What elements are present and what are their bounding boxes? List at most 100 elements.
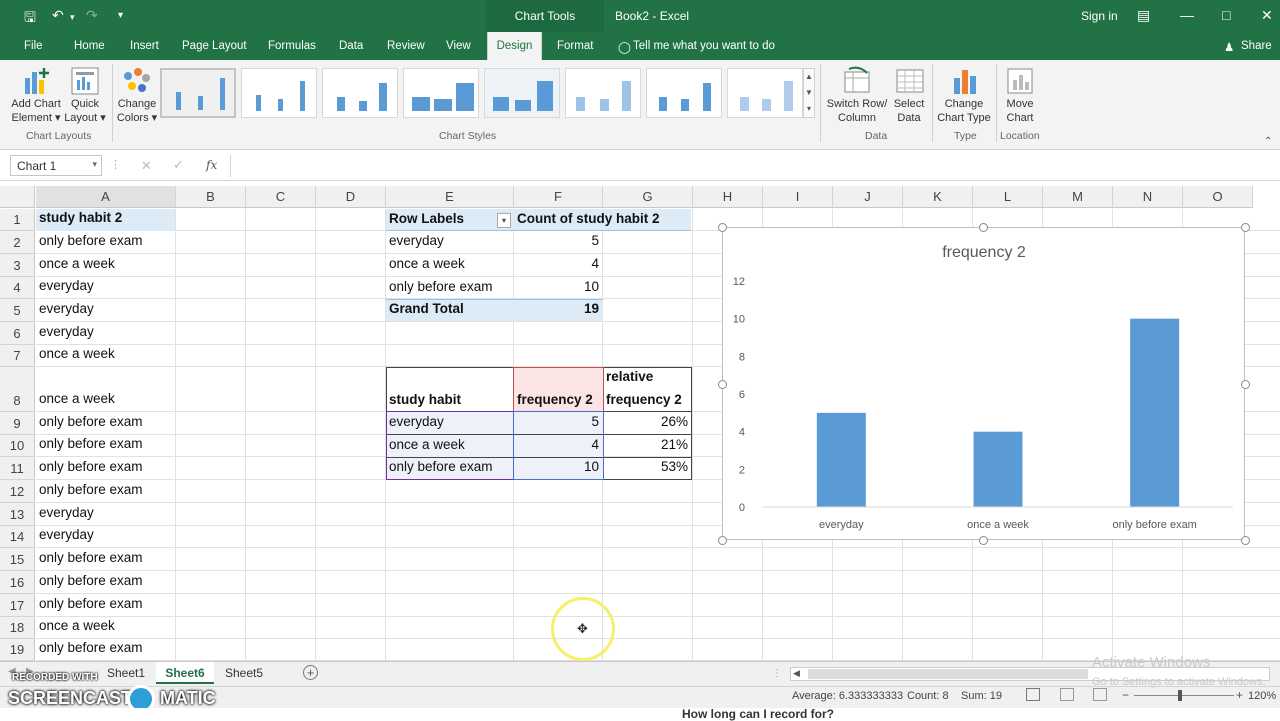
ribbon-display-icon[interactable]: ▤ [1137,7,1150,24]
column-header-o[interactable]: O [1183,186,1253,208]
freq-header-study-habit[interactable]: study habit [386,392,461,407]
redo-icon[interactable]: ↷ [86,7,98,24]
bar-only-before-exam[interactable] [1130,318,1180,507]
row-header-6[interactable]: 6 [0,322,35,345]
insert-function-icon[interactable]: fx [206,158,217,172]
change-chart-type-icon[interactable] [950,66,980,96]
normal-view-icon[interactable] [1026,688,1040,701]
freq-header-relative-1[interactable]: relative [603,369,653,384]
cell-a3[interactable]: once a week [36,256,176,271]
zoom-out-button[interactable]: − [1122,688,1129,702]
pivot-row-label[interactable]: only before exam [386,279,493,294]
sign-in-link[interactable]: Sign in [1081,9,1118,23]
chart-style-6[interactable] [565,68,641,118]
cell-a7[interactable]: once a week [36,346,176,361]
close-icon[interactable]: ✕ [1261,7,1273,24]
tab-insert[interactable]: Insert [130,40,159,52]
row-header-4[interactable]: 4 [0,277,35,299]
change-colors-icon[interactable] [120,66,152,96]
zoom-slider-thumb[interactable] [1178,690,1182,701]
cell-a11[interactable]: only before exam [36,459,176,474]
page-break-view-icon[interactable] [1093,688,1107,701]
quick-layout-button[interactable]: Quick Layout ▾ [62,97,108,125]
resize-handle[interactable] [718,223,727,232]
cell-a6[interactable]: everyday [36,324,176,339]
freq-row-frequency[interactable]: 4 [514,437,602,452]
pivot-grand-total-value[interactable]: 19 [514,301,602,316]
cell-a19[interactable]: only before exam [36,640,176,655]
zoom-in-button[interactable]: + [1236,688,1243,702]
chart-style-7[interactable] [646,68,722,118]
row-header-12[interactable]: 12 [0,480,35,503]
freq-header-frequency[interactable]: frequency 2 [514,392,593,407]
bar-once-a-week[interactable] [973,431,1023,507]
chart-style-5[interactable] [484,68,560,118]
share-icon[interactable]: ♟ [1224,40,1234,54]
chart-styles-scroll[interactable]: ▲ ▼ ▾ [803,68,815,118]
select-data-icon[interactable] [895,66,925,96]
cell-a1[interactable]: study habit 2 [36,210,176,225]
pivot-row-label[interactable]: everyday [386,233,444,248]
row-header-3[interactable]: 3 [0,254,35,277]
row-header-18[interactable]: 18 [0,617,35,639]
add-chart-element-button[interactable]: Add Chart Element ▾ [8,97,64,125]
share-button[interactable]: Share [1241,40,1272,52]
row-header-15[interactable]: 15 [0,548,35,571]
save-icon[interactable]: 🖫 [24,7,36,31]
freq-row-habit[interactable]: only before exam [386,459,512,474]
undo-icon[interactable]: ↶ [52,7,64,24]
cell-a13[interactable]: everyday [36,505,176,520]
chart-style-3[interactable] [322,68,398,118]
freq-row-frequency[interactable]: 5 [514,414,602,429]
tab-format[interactable]: Format [557,40,593,52]
column-header-m[interactable]: M [1043,186,1113,208]
tab-page-layout[interactable]: Page Layout [182,40,247,52]
row-header-7[interactable]: 7 [0,345,35,367]
scroll-left-icon[interactable]: ◀ [793,668,800,679]
enter-icon[interactable]: ✓ [173,157,184,173]
column-header-b[interactable]: B [176,186,246,208]
cell-a9[interactable]: only before exam [36,414,176,429]
tab-formulas[interactable]: Formulas [268,40,316,52]
resize-handle[interactable] [718,536,727,545]
chart-style-1[interactable] [160,68,236,118]
switch-row-column-button[interactable]: Switch Row/ Column [824,97,890,125]
cell-a14[interactable]: everyday [36,527,176,542]
row-header-13[interactable]: 13 [0,503,35,526]
freq-row-habit[interactable]: everyday [386,414,512,429]
filter-dropdown-icon[interactable]: ▾ [497,213,511,228]
column-header-e[interactable]: E [386,186,514,208]
maximize-icon[interactable]: □ [1222,7,1230,23]
row-header-8[interactable]: 8 [0,367,35,412]
row-header-10[interactable]: 10 [0,435,35,457]
column-header-a[interactable]: A [36,186,176,208]
chart-style-2[interactable] [241,68,317,118]
column-header-j[interactable]: J [833,186,903,208]
move-chart-icon[interactable] [1005,66,1035,96]
page-layout-view-icon[interactable] [1060,688,1074,701]
scrollbar-thumb[interactable] [808,669,1088,679]
resize-handle[interactable] [979,536,988,545]
cell-a18[interactable]: once a week [36,618,176,633]
pivot-row-count[interactable]: 10 [514,279,602,294]
chart-style-4[interactable] [403,68,479,118]
row-header-16[interactable]: 16 [0,571,35,594]
row-header-2[interactable]: 2 [0,231,35,254]
bar-everyday[interactable] [816,412,866,507]
column-header-d[interactable]: D [316,186,386,208]
move-chart-button[interactable]: Move Chart [1000,97,1040,125]
switch-row-column-icon[interactable] [843,66,873,96]
column-header-k[interactable]: K [903,186,973,208]
pivot-row-count[interactable]: 5 [514,233,602,248]
cancel-icon[interactable]: ✕ [141,158,152,174]
cell-a5[interactable]: everyday [36,301,176,316]
resize-handle[interactable] [1241,223,1250,232]
row-header-5[interactable]: 5 [0,299,35,322]
row-header-11[interactable]: 11 [0,457,35,480]
quick-layout-icon[interactable] [70,66,100,96]
resize-handle[interactable] [1241,380,1250,389]
collapse-ribbon-icon[interactable]: ⌃ [1264,136,1272,147]
sheet-tab-sheet5[interactable]: Sheet5 [216,662,272,684]
tab-design[interactable]: Design [487,32,542,61]
column-header-c[interactable]: C [246,186,316,208]
